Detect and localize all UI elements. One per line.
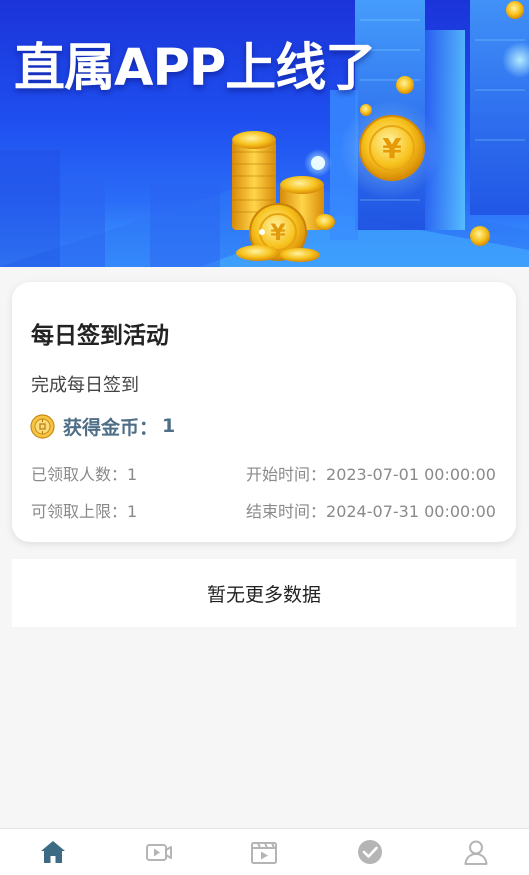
end-value: 2024-07-31 00:00:00 — [326, 502, 496, 521]
coin-icon — [30, 413, 55, 439]
tab-home[interactable] — [0, 829, 106, 875]
profile-icon — [464, 840, 488, 865]
claimed-label: 已领取人数： — [31, 465, 128, 484]
reward-value: 1 — [162, 415, 176, 437]
banner-title: 直属APP上线了 — [14, 39, 376, 98]
reward-row: 获得金币： 1 — [30, 413, 175, 439]
start-time: 开始时间：2023-07-01 00:00:00 — [246, 461, 496, 485]
limit-label: 可领取上限： — [31, 502, 128, 521]
svg-text:¥: ¥ — [382, 132, 402, 165]
tab-clips[interactable] — [212, 829, 318, 875]
claim-limit: 可领取上限：1 — [31, 498, 137, 522]
end-label: 结束时间： — [246, 502, 327, 521]
no-more-data-text: 暂无更多数据 — [12, 559, 516, 627]
claimed-count: 已领取人数：1 — [31, 461, 137, 485]
tab-video[interactable] — [106, 829, 212, 875]
checkmark-icon — [358, 840, 383, 864]
svg-text:¥: ¥ — [270, 221, 286, 246]
video-icon — [145, 844, 172, 861]
clapperboard-icon — [251, 842, 278, 864]
promo-banner[interactable]: ¥ ¥ 直属APP上线了 — [0, 0, 529, 267]
claimed-value: 1 — [127, 465, 138, 484]
tab-profile[interactable] — [423, 829, 529, 875]
tab-tasks[interactable] — [317, 829, 423, 875]
activity-title: 每日签到活动 — [31, 323, 169, 349]
activity-description: 完成每日签到 — [31, 375, 139, 396]
start-value: 2023-07-01 00:00:00 — [326, 465, 496, 484]
bottom-tab-bar — [0, 828, 529, 875]
end-time: 结束时间：2024-07-31 00:00:00 — [246, 498, 496, 522]
reward-label: 获得金币： — [63, 416, 159, 439]
activity-card[interactable]: 每日签到活动 完成每日签到 获得金币： 1 已领取人数：1 开始时间：2023-… — [12, 282, 516, 542]
start-label: 开始时间： — [246, 465, 327, 484]
limit-value: 1 — [127, 502, 138, 521]
home-icon — [40, 841, 65, 863]
